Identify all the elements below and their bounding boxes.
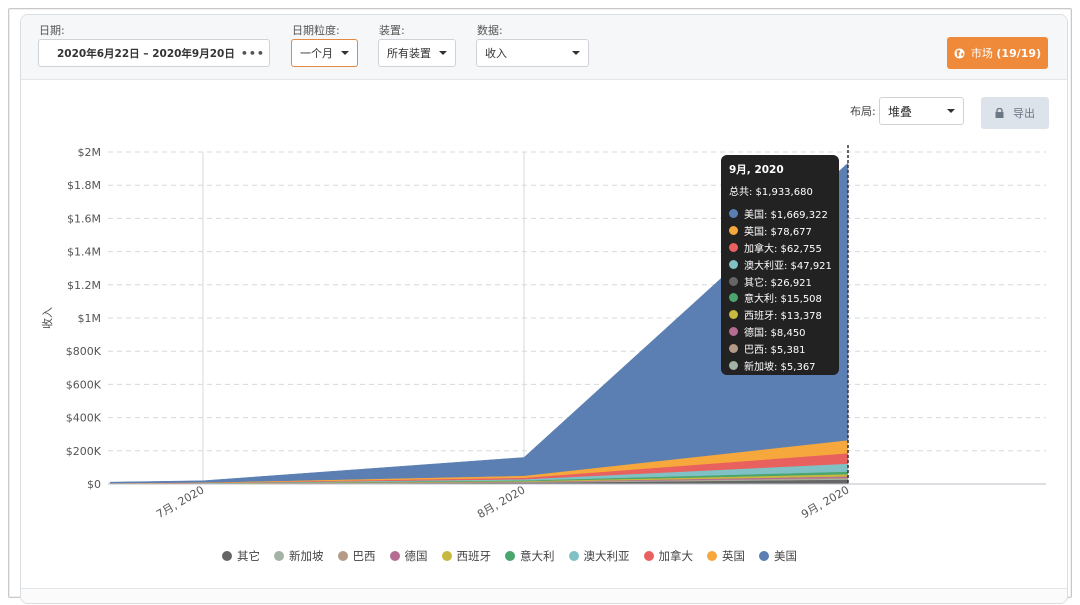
legend-swatch [274,551,284,561]
tooltip-row-label: 意大利: $15,508 [744,294,822,306]
legend-label: 美国 [774,549,797,563]
tooltip-swatch [729,259,738,269]
legend-item[interactable]: 德国 [389,548,428,564]
tooltip-row-label: 德国: $8,450 [744,328,806,340]
tooltip-swatch [729,293,738,303]
tooltip-title: 9月, 2020 [729,164,784,176]
legend-item[interactable]: 巴西 [337,548,376,564]
y-tick-label: $1.8M [67,179,101,192]
tooltip-row: 巴西: $5,381 [729,340,831,357]
y-tick-label: $1.4M [67,246,101,259]
tooltip-swatch [729,327,738,337]
y-tick-label: $1.2M [67,279,101,292]
legend-label: 西班牙 [456,549,492,563]
legend-label: 加拿大 [658,549,694,563]
stacked-area-chart: $0 $200K $400K $600K $800K $1M $1.2M $1.4M $1.6M… [40,145,1046,521]
y-tick-label: $200K [66,445,102,458]
tooltip-row-label: 新加坡: $5,367 [744,361,816,373]
tooltip-row-label: 美国: $1,669,322 [744,209,828,221]
legend-label: 澳大利亚 [583,549,630,563]
tooltip-row-label: 其它: $26,921 [744,277,812,289]
tooltip-row: 新加坡: $5,367 [729,357,831,374]
legend-swatch [643,551,654,561]
x-tick-label: 9月, 2020 [799,483,851,521]
tooltip-row: 美国: $1,669,322 [729,205,831,222]
legend-item[interactable]: 美国 [759,548,797,564]
y-tick-label: $2M [78,146,102,159]
tooltip-row-label: 澳大利亚: $47,921 [744,260,832,272]
legend-swatch [222,551,232,561]
y-tick-label: $0 [87,478,101,491]
legend-swatch [707,551,717,561]
legend-item[interactable]: 西班牙 [441,548,492,564]
legend-swatch [568,551,579,561]
tooltip-row: 其它: $26,921 [729,273,831,290]
y-axis-label: 收入 [40,307,54,329]
tooltip-row-label: 西班牙: $13,378 [744,311,822,323]
chart-tooltip: 9月, 2020 总共: $1,933,680 美国: $1,669,322 英国… [721,155,839,375]
legend-label: 德国 [404,549,428,563]
legend-swatch [505,551,515,561]
legend-swatch [759,551,769,561]
tooltip-row: 英国: $78,677 [729,222,831,239]
tooltip-swatch [729,242,738,252]
legend-item[interactable]: 新加坡 [274,548,324,564]
y-tick-label: $1M [78,312,102,325]
legend-item[interactable]: 其它 [222,548,260,564]
legend-swatch [337,551,348,561]
tooltip-row: 加拿大: $62,755 [729,239,831,256]
legend-item[interactable]: 澳大利亚 [568,548,630,564]
y-tick-label: $1.6M [67,212,101,225]
legend-item[interactable]: 英国 [707,548,745,564]
legend-item[interactable]: 加拿大 [643,548,694,564]
legend-label: 巴西 [352,549,376,563]
legend-label: 其它 [237,549,260,563]
tooltip-row-label: 英国: $78,677 [744,226,812,238]
tooltip-row-label: 加拿大: $62,755 [744,243,822,255]
tooltip-row: 澳大利亚: $47,921 [729,256,832,273]
legend-swatch [389,551,400,561]
tooltip-row: 意大利: $15,508 [729,289,831,306]
tooltip-swatch [729,208,738,218]
tooltip-swatch [729,344,738,354]
tooltip-row-label: 巴西: $5,381 [744,345,806,357]
x-tick-label: 8月, 2020 [475,483,527,521]
tooltip-rows: 美国: $1,669,322 英国: $78,677 加拿大: $62,755 澳大利… [729,205,832,374]
legend-item[interactable]: 意大利 [505,548,555,564]
tooltip-total: 总共: $1,933,680 [729,187,813,198]
tooltip-swatch [729,276,738,286]
legend-swatch [441,551,452,561]
y-tick-label: $400K [66,412,102,425]
legend-label: 新加坡 [289,549,324,563]
tooltip-row: 德国: $8,450 [729,323,831,340]
tooltip-swatch [729,225,738,235]
legend-label: 英国 [722,549,745,563]
y-tick-label: $600K [66,378,102,391]
legend-label: 意大利 [520,549,555,563]
chart-legend: 其它 新加坡 巴西 德国 西班牙 意大利 澳大利亚 加拿大 英国 美国 [222,548,811,564]
x-tick-label: 7月, 2020 [154,483,206,521]
tooltip-swatch [729,360,738,370]
tooltip-row: 西班牙: $13,378 [729,306,831,323]
y-tick-label: $800K [66,345,102,358]
tooltip-swatch [729,310,738,320]
